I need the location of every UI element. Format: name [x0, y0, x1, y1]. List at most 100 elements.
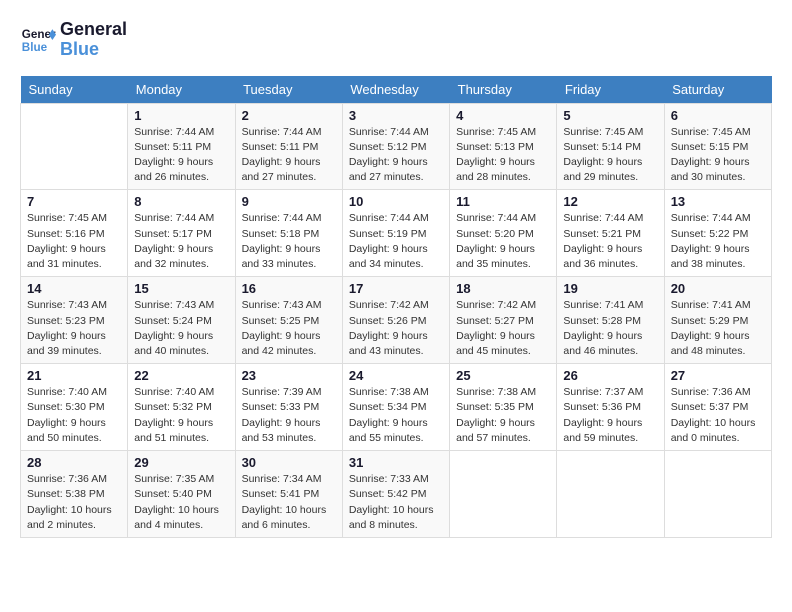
calendar-cell: 28Sunrise: 7:36 AM Sunset: 5:38 PM Dayli…	[21, 451, 128, 538]
day-number: 31	[349, 455, 443, 470]
cell-content: Sunrise: 7:36 AM Sunset: 5:37 PM Dayligh…	[671, 385, 765, 446]
calendar-cell: 30Sunrise: 7:34 AM Sunset: 5:41 PM Dayli…	[235, 451, 342, 538]
cell-content: Sunrise: 7:44 AM Sunset: 5:20 PM Dayligh…	[456, 211, 550, 272]
cell-content: Sunrise: 7:44 AM Sunset: 5:11 PM Dayligh…	[134, 125, 228, 186]
weekday-header: Wednesday	[342, 76, 449, 104]
calendar-cell: 25 Sunrise: 7:38 AM Sunset: 5:35 PM Dayli…	[450, 364, 557, 451]
day-number: 25	[456, 368, 550, 383]
day-number: 11	[456, 194, 550, 209]
calendar-cell: 21 Sunrise: 7:40 AM Sunset: 5:30 PM Dayli…	[21, 364, 128, 451]
logo: General Blue General Blue	[20, 20, 127, 60]
cell-content: Sunrise: 7:41 AM Sunset: 5:28 PM Dayligh…	[563, 298, 657, 359]
calendar-cell: 10 Sunrise: 7:44 AM Sunset: 5:19 PM Dayli…	[342, 190, 449, 277]
day-number: 20	[671, 281, 765, 296]
day-number: 27	[671, 368, 765, 383]
logo-icon: General Blue	[20, 22, 56, 58]
cell-content: Sunrise: 7:43 AM Sunset: 5:23 PM Dayligh…	[27, 298, 121, 359]
cell-content: Sunrise: 7:44 AM Sunset: 5:17 PM Dayligh…	[134, 211, 228, 272]
calendar-cell: 11 Sunrise: 7:44 AM Sunset: 5:20 PM Dayli…	[450, 190, 557, 277]
weekday-header: Thursday	[450, 76, 557, 104]
calendar-cell: 12 Sunrise: 7:44 AM Sunset: 5:21 PM Dayli…	[557, 190, 664, 277]
calendar-cell: 27 Sunrise: 7:36 AM Sunset: 5:37 PM Dayli…	[664, 364, 771, 451]
day-number: 5	[563, 108, 657, 123]
calendar-cell: 1 Sunrise: 7:44 AM Sunset: 5:11 PM Daylig…	[128, 103, 235, 190]
cell-content: Sunrise: 7:45 AM Sunset: 5:13 PM Dayligh…	[456, 125, 550, 186]
calendar-week-row: 21 Sunrise: 7:40 AM Sunset: 5:30 PM Dayli…	[21, 364, 772, 451]
calendar-cell	[450, 451, 557, 538]
cell-content: Sunrise: 7:35 AM Sunset: 5:40 PM Dayligh…	[134, 472, 228, 533]
weekday-header: Monday	[128, 76, 235, 104]
cell-content: Sunrise: 7:38 AM Sunset: 5:34 PM Dayligh…	[349, 385, 443, 446]
calendar-cell: 9 Sunrise: 7:44 AM Sunset: 5:18 PM Daylig…	[235, 190, 342, 277]
day-number: 3	[349, 108, 443, 123]
day-number: 4	[456, 108, 550, 123]
svg-text:Blue: Blue	[22, 41, 48, 54]
cell-content: Sunrise: 7:33 AM Sunset: 5:42 PM Dayligh…	[349, 472, 443, 533]
weekday-header: Sunday	[21, 76, 128, 104]
calendar-cell: 19 Sunrise: 7:41 AM Sunset: 5:28 PM Dayli…	[557, 277, 664, 364]
day-number: 10	[349, 194, 443, 209]
calendar-cell: 23 Sunrise: 7:39 AM Sunset: 5:33 PM Dayli…	[235, 364, 342, 451]
calendar-cell: 2 Sunrise: 7:44 AM Sunset: 5:11 PM Daylig…	[235, 103, 342, 190]
calendar-cell: 13 Sunrise: 7:44 AM Sunset: 5:22 PM Dayli…	[664, 190, 771, 277]
calendar-cell: 29 Sunrise: 7:35 AM Sunset: 5:40 PM Dayli…	[128, 451, 235, 538]
day-number: 2	[242, 108, 336, 123]
day-number: 6	[671, 108, 765, 123]
cell-content: Sunrise: 7:39 AM Sunset: 5:33 PM Dayligh…	[242, 385, 336, 446]
cell-content: Sunrise: 7:42 AM Sunset: 5:27 PM Dayligh…	[456, 298, 550, 359]
cell-content: Sunrise: 7:40 AM Sunset: 5:32 PM Dayligh…	[134, 385, 228, 446]
cell-content: Sunrise: 7:43 AM Sunset: 5:24 PM Dayligh…	[134, 298, 228, 359]
cell-content: Sunrise: 7:44 AM Sunset: 5:19 PM Dayligh…	[349, 211, 443, 272]
calendar-cell: 3Sunrise: 7:44 AM Sunset: 5:12 PM Daylig…	[342, 103, 449, 190]
weekday-header: Tuesday	[235, 76, 342, 104]
day-number: 17	[349, 281, 443, 296]
day-number: 1	[134, 108, 228, 123]
calendar-cell	[21, 103, 128, 190]
cell-content: Sunrise: 7:44 AM Sunset: 5:22 PM Dayligh…	[671, 211, 765, 272]
calendar-week-row: 7 Sunrise: 7:45 AM Sunset: 5:16 PM Daylig…	[21, 190, 772, 277]
cell-content: Sunrise: 7:38 AM Sunset: 5:35 PM Dayligh…	[456, 385, 550, 446]
cell-content: Sunrise: 7:44 AM Sunset: 5:21 PM Dayligh…	[563, 211, 657, 272]
calendar-cell: 24 Sunrise: 7:38 AM Sunset: 5:34 PM Dayli…	[342, 364, 449, 451]
day-number: 13	[671, 194, 765, 209]
day-number: 9	[242, 194, 336, 209]
calendar-cell: 7 Sunrise: 7:45 AM Sunset: 5:16 PM Daylig…	[21, 190, 128, 277]
cell-content: Sunrise: 7:37 AM Sunset: 5:36 PM Dayligh…	[563, 385, 657, 446]
cell-content: Sunrise: 7:45 AM Sunset: 5:15 PM Dayligh…	[671, 125, 765, 186]
cell-content: Sunrise: 7:44 AM Sunset: 5:11 PM Dayligh…	[242, 125, 336, 186]
calendar-week-row: 28Sunrise: 7:36 AM Sunset: 5:38 PM Dayli…	[21, 451, 772, 538]
cell-content: Sunrise: 7:40 AM Sunset: 5:30 PM Dayligh…	[27, 385, 121, 446]
weekday-header-row: SundayMondayTuesdayWednesdayThursdayFrid…	[21, 76, 772, 104]
cell-content: Sunrise: 7:34 AM Sunset: 5:41 PM Dayligh…	[242, 472, 336, 533]
day-number: 28	[27, 455, 121, 470]
cell-content: Sunrise: 7:41 AM Sunset: 5:29 PM Dayligh…	[671, 298, 765, 359]
day-number: 8	[134, 194, 228, 209]
cell-content: Sunrise: 7:43 AM Sunset: 5:25 PM Dayligh…	[242, 298, 336, 359]
day-number: 21	[27, 368, 121, 383]
day-number: 23	[242, 368, 336, 383]
calendar-cell: 14Sunrise: 7:43 AM Sunset: 5:23 PM Dayli…	[21, 277, 128, 364]
day-number: 29	[134, 455, 228, 470]
calendar-cell: 5 Sunrise: 7:45 AM Sunset: 5:14 PM Daylig…	[557, 103, 664, 190]
logo-general: General	[60, 20, 127, 40]
calendar-cell: 6 Sunrise: 7:45 AM Sunset: 5:15 PM Daylig…	[664, 103, 771, 190]
cell-content: Sunrise: 7:45 AM Sunset: 5:16 PM Dayligh…	[27, 211, 121, 272]
calendar-week-row: 1 Sunrise: 7:44 AM Sunset: 5:11 PM Daylig…	[21, 103, 772, 190]
day-number: 24	[349, 368, 443, 383]
day-number: 16	[242, 281, 336, 296]
cell-content: Sunrise: 7:45 AM Sunset: 5:14 PM Dayligh…	[563, 125, 657, 186]
cell-content: Sunrise: 7:42 AM Sunset: 5:26 PM Dayligh…	[349, 298, 443, 359]
day-number: 19	[563, 281, 657, 296]
calendar-cell: 4 Sunrise: 7:45 AM Sunset: 5:13 PM Daylig…	[450, 103, 557, 190]
day-number: 7	[27, 194, 121, 209]
calendar-week-row: 14Sunrise: 7:43 AM Sunset: 5:23 PM Dayli…	[21, 277, 772, 364]
weekday-header: Saturday	[664, 76, 771, 104]
logo-blue: Blue	[60, 40, 127, 60]
weekday-header: Friday	[557, 76, 664, 104]
cell-content: Sunrise: 7:44 AM Sunset: 5:18 PM Dayligh…	[242, 211, 336, 272]
calendar-cell	[557, 451, 664, 538]
day-number: 12	[563, 194, 657, 209]
calendar-cell: 20 Sunrise: 7:41 AM Sunset: 5:29 PM Dayli…	[664, 277, 771, 364]
calendar-cell: 17 Sunrise: 7:42 AM Sunset: 5:26 PM Dayli…	[342, 277, 449, 364]
day-number: 22	[134, 368, 228, 383]
